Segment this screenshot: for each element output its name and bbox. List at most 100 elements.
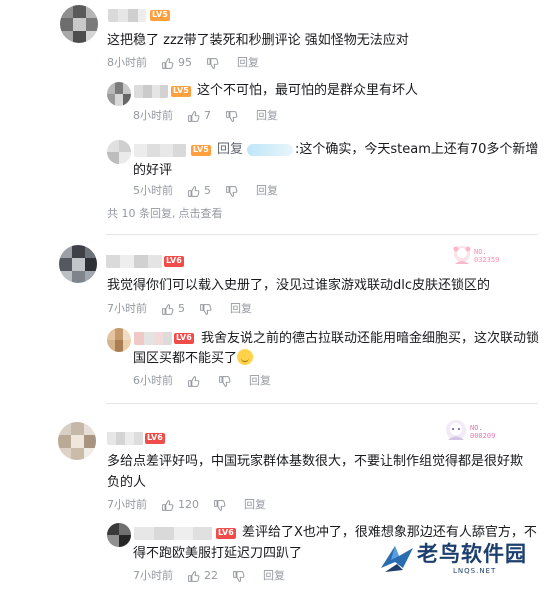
comment-time: 7小时前 xyxy=(107,498,147,511)
like-count: 5 xyxy=(204,184,211,197)
thumbs-down-icon xyxy=(199,303,212,316)
comment-text-line2: 负的人 xyxy=(107,475,147,490)
bird-logo-icon xyxy=(381,546,413,572)
like-button[interactable]: 5 xyxy=(161,302,185,316)
comment-time: 7小时前 xyxy=(107,302,147,315)
comment-meta: 8小时前 95 回复 xyxy=(107,56,273,70)
thumbs-down-icon xyxy=(225,185,238,198)
comment-meta: 7小时前 120 回复 xyxy=(107,498,280,512)
reply-text: 这个不可怕，最可怕的是群众里有坏人 xyxy=(197,83,419,98)
reply-avatar[interactable] xyxy=(107,140,131,164)
reply-username[interactable] xyxy=(134,331,172,345)
like-button[interactable]: 22 xyxy=(187,569,218,583)
reply-button[interactable]: 回复 xyxy=(256,184,278,198)
level-badge: LV5 xyxy=(191,145,211,156)
level-badge: LV6 xyxy=(174,333,194,344)
username[interactable] xyxy=(106,254,162,268)
thumbs-up-icon xyxy=(161,303,174,316)
thumbs-up-icon xyxy=(161,499,174,512)
thumbs-down-icon xyxy=(206,57,219,70)
dislike-button[interactable] xyxy=(225,110,242,123)
thumbs-up-icon xyxy=(187,570,200,583)
dislike-button[interactable] xyxy=(225,185,242,198)
fan-badge-avatar-icon xyxy=(446,420,466,440)
reply-time: 5小时前 xyxy=(133,184,173,197)
thumbs-up-icon xyxy=(187,110,200,123)
avatar[interactable] xyxy=(58,422,96,460)
reply-meta: 5小时前 5 回复 xyxy=(133,184,292,198)
reply-button[interactable]: 回复 xyxy=(237,56,259,70)
reply-meta: 7小时前 22 回复 xyxy=(133,569,299,583)
like-button[interactable]: 120 xyxy=(161,498,199,512)
avatar[interactable] xyxy=(60,5,98,43)
thumbs-down-icon xyxy=(232,570,245,583)
more-replies: 共 10 条回复, 点击查看 xyxy=(107,207,223,221)
thumbs-down-icon xyxy=(218,375,231,388)
reply-username[interactable] xyxy=(134,143,186,157)
dislike-button[interactable] xyxy=(206,57,223,70)
fan-badge: NO. 000209 xyxy=(444,418,508,446)
reply-text-line2-content: 国区买都不能买了 xyxy=(133,351,238,366)
comment-text: 我觉得你们可以载入史册了，没见过谁家游戏联动dlc皮肤还锁区的 xyxy=(107,278,491,293)
reply-avatar[interactable] xyxy=(107,328,131,352)
mentioned-user[interactable] xyxy=(247,143,294,156)
comment-thread-2: LV6 NO. 032359 我觉得你们可以载入史册了，没见过谁家游戏联动dlc… xyxy=(0,240,550,400)
reply-meta: 6小时前 回复 xyxy=(133,374,285,388)
watermark-title: 老鸟软件园 xyxy=(417,542,527,566)
view-replies-link[interactable]: 点击查看 xyxy=(179,207,223,221)
reply-label: 回复 xyxy=(217,142,244,157)
level-badge: LV6 xyxy=(145,433,165,444)
reply-text-line1: 我舍友说之前的德古拉联动还能用暗金细胞买，这次联动锁 xyxy=(201,331,540,346)
reply-text-line1: :这个确实，今天steam上还有70多个新增 xyxy=(295,142,539,157)
thumbs-up-icon xyxy=(187,185,200,198)
comment-text-line1: 多给点差评好吗，中国玩家群体基数很大，不要让制作组觉得都是很好欺 xyxy=(107,454,524,469)
like-count: 120 xyxy=(178,498,199,511)
reply-time: 8小时前 xyxy=(133,109,173,122)
like-button[interactable]: 5 xyxy=(187,184,211,198)
dislike-button[interactable] xyxy=(213,499,230,512)
reply-username[interactable] xyxy=(134,526,212,540)
thumbs-up-icon xyxy=(187,375,200,388)
reply-avatar[interactable] xyxy=(107,523,131,547)
reply-text: 回复 :这个确实，今天steam上还有70多个新增 xyxy=(217,139,538,160)
reply-meta: 8小时前 7 回复 xyxy=(133,109,292,123)
level-badge: LV5 xyxy=(150,10,170,21)
reply-button[interactable]: 回复 xyxy=(244,498,266,512)
fan-badge-number: NO. 032359 xyxy=(474,248,500,264)
reply-text-line2: 的好评 xyxy=(133,163,173,178)
reply-time: 7小时前 xyxy=(133,569,173,582)
like-button[interactable]: 95 xyxy=(161,56,192,70)
dislike-button[interactable] xyxy=(199,303,216,316)
like-count: 22 xyxy=(204,569,218,582)
divider xyxy=(106,403,538,404)
like-count: 95 xyxy=(178,56,192,69)
level-badge: LV6 xyxy=(216,528,236,539)
watermark: 老鸟软件园 LNQS.NET xyxy=(377,536,547,588)
like-button[interactable]: 7 xyxy=(187,109,211,123)
smile-emoji-icon xyxy=(237,349,254,365)
avatar[interactable] xyxy=(59,245,97,283)
reply-username[interactable] xyxy=(134,84,168,98)
username[interactable] xyxy=(107,431,143,445)
dislike-button[interactable] xyxy=(218,375,235,388)
reply-button[interactable]: 回复 xyxy=(256,109,278,123)
reply-button[interactable]: 回复 xyxy=(263,569,285,583)
like-button[interactable] xyxy=(187,375,204,388)
comment-meta: 7小时前 5 回复 xyxy=(107,302,266,316)
fan-badge-avatar-icon xyxy=(453,246,471,264)
like-count: 7 xyxy=(204,109,211,122)
dislike-button[interactable] xyxy=(232,570,249,583)
reply-button[interactable]: 回复 xyxy=(230,302,252,316)
reply-text-line2: 得不跑欧美服打延迟刀四趴了 xyxy=(133,546,303,561)
thumbs-up-icon xyxy=(161,57,174,70)
username[interactable] xyxy=(108,8,146,22)
level-badge: LV5 xyxy=(171,86,191,97)
reply-text-line2: 国区买都不能买了 xyxy=(133,348,254,369)
like-count: 5 xyxy=(178,302,185,315)
thumbs-down-icon xyxy=(225,110,238,123)
reply-avatar[interactable] xyxy=(107,82,131,106)
fan-badge: NO. 032359 xyxy=(452,244,512,270)
reply-button[interactable]: 回复 xyxy=(249,374,271,388)
level-badge: LV6 xyxy=(164,256,184,267)
fan-badge-number: NO. 000209 xyxy=(470,424,496,440)
